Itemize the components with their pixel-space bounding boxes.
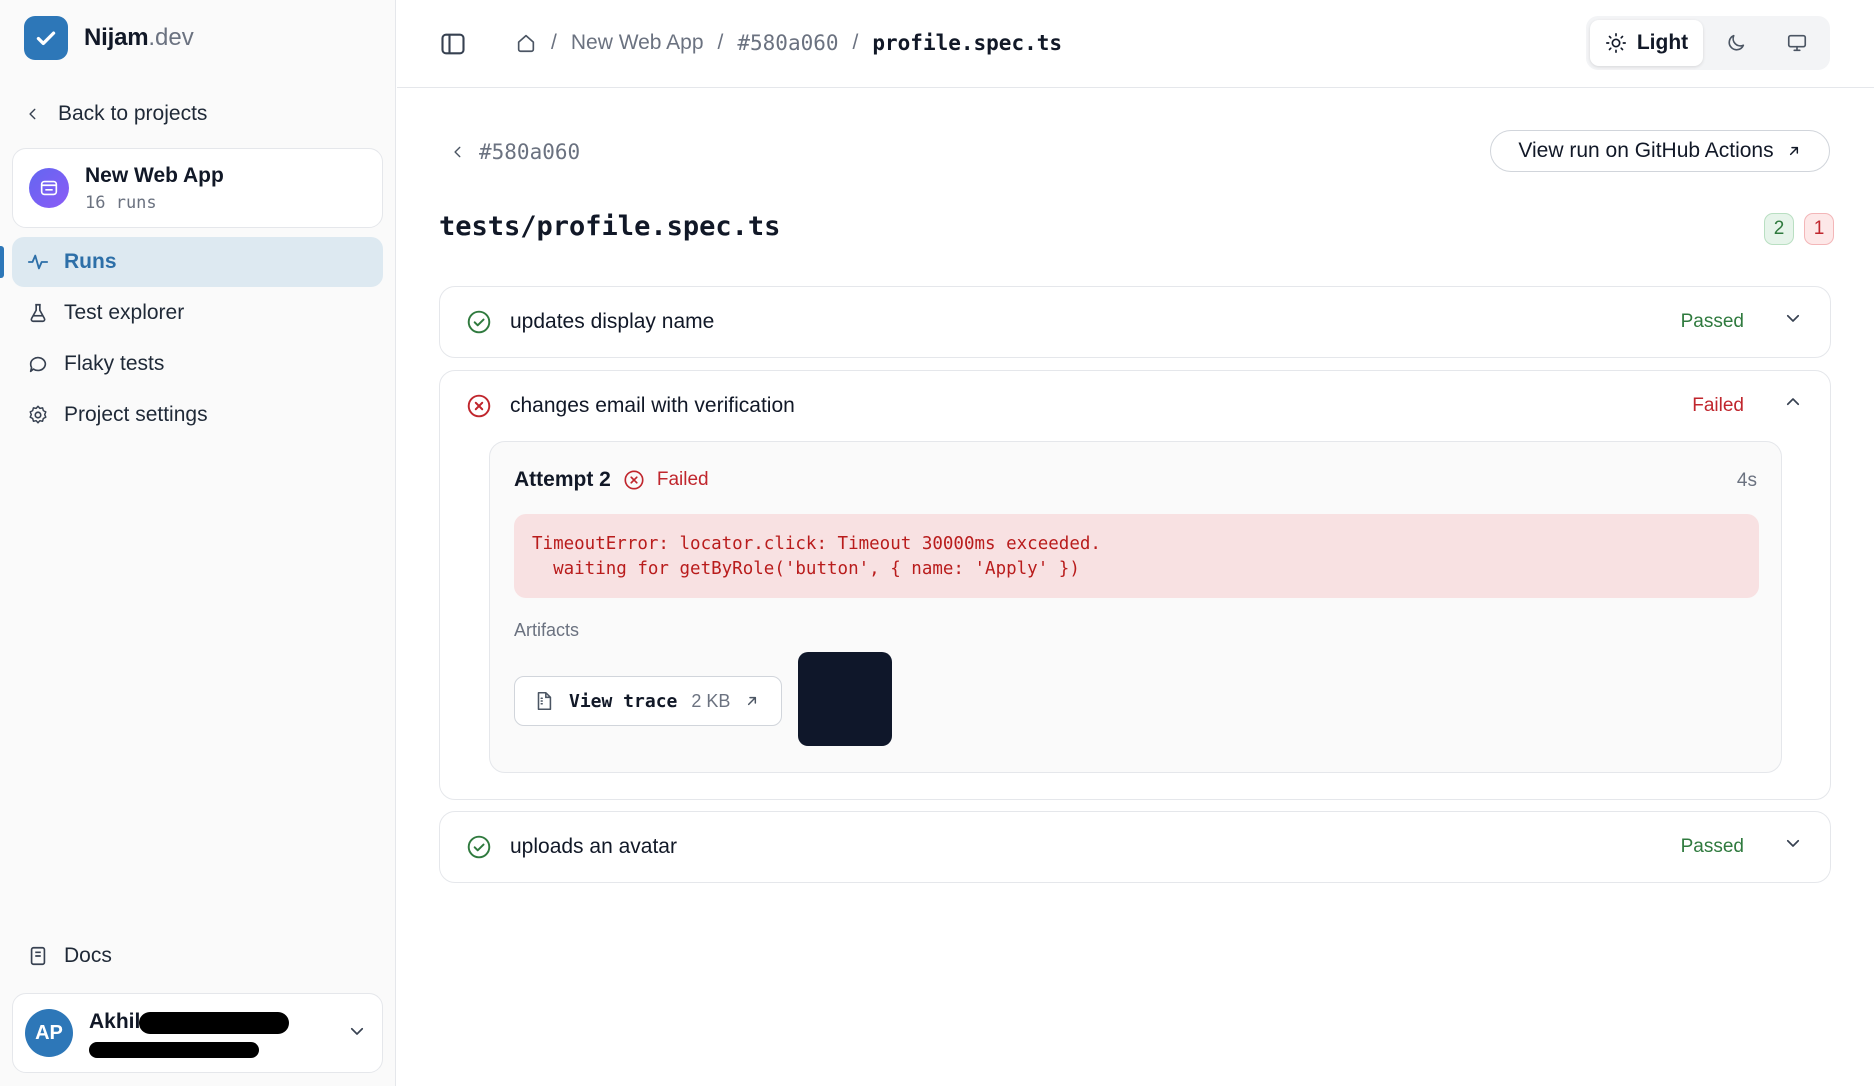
chevron-down-icon	[1786, 314, 1800, 322]
test-case-card: uploads an avatar Passed	[439, 811, 1831, 883]
monitor-icon	[1788, 34, 1807, 52]
test-status: Passed	[1680, 311, 1744, 332]
chevron-up-icon	[1786, 398, 1800, 406]
chevron-left-icon	[29, 108, 36, 120]
chat-bubble-icon	[26, 352, 50, 376]
project-name: New Web App	[85, 163, 224, 187]
back-to-run-link[interactable]: #580a060	[451, 137, 580, 167]
page-title: tests/profile.spec.ts	[439, 211, 781, 242]
user-info: Akhil	[89, 1008, 309, 1058]
redaction-mark	[139, 1012, 289, 1034]
trace-file-size: 2 KB	[691, 690, 731, 711]
attempt-duration: 4s	[1736, 470, 1757, 491]
test-case-card: updates display name Passed	[439, 286, 1831, 358]
breadcrumb-run[interactable]: #580a060	[737, 31, 838, 55]
project-run-count: 16 runs	[85, 192, 157, 213]
test-case-header[interactable]: updates display name Passed	[440, 287, 1830, 357]
test-case-card: changes email with verification Failed A…	[439, 370, 1831, 800]
view-on-github-button[interactable]: View run on GitHub Actions	[1490, 130, 1830, 172]
attempt-title: Attempt 2	[514, 468, 611, 491]
theme-switch: Light	[1586, 16, 1830, 70]
screenshot-thumbnail[interactable]	[798, 652, 892, 746]
sidebar-item-label: Flaky tests	[64, 352, 165, 375]
activity-icon	[26, 250, 50, 274]
test-case-header[interactable]: changes email with verification Failed	[440, 371, 1830, 441]
gear-icon	[26, 403, 50, 427]
passed-count-badge: 2	[1764, 213, 1794, 245]
sidebar-nav: Runs Test explorer Flaky tests Project s…	[12, 237, 383, 441]
chevron-left-icon	[454, 146, 461, 158]
sidebar-toggle-icon[interactable]	[439, 30, 467, 58]
home-icon[interactable]	[515, 32, 537, 54]
artifacts-label: Artifacts	[514, 620, 580, 640]
sidebar-item-label: Runs	[64, 250, 117, 273]
project-avatar-icon	[29, 168, 69, 208]
top-header: / New Web App / #580a060 / profile.spec.…	[397, 0, 1874, 88]
user-avatar: AP	[25, 1009, 73, 1057]
test-status: Passed	[1680, 836, 1744, 857]
back-to-projects-label: Back to projects	[58, 102, 208, 125]
user-menu[interactable]: AP Akhil	[12, 993, 383, 1073]
sidebar-item-test-explorer[interactable]: Test explorer	[12, 288, 383, 338]
theme-system-button[interactable]	[1769, 20, 1827, 66]
x-circle-icon	[467, 394, 491, 418]
breadcrumb-project[interactable]: New Web App	[571, 31, 704, 55]
back-to-projects-link[interactable]: Back to projects	[26, 98, 207, 130]
redaction-mark	[89, 1042, 259, 1058]
test-case-name: changes email with verification	[510, 394, 795, 417]
sun-icon	[1605, 33, 1626, 53]
sidebar-item-label: Project settings	[64, 403, 208, 426]
sidebar-item-runs[interactable]: Runs	[12, 237, 383, 287]
check-circle-icon	[467, 310, 491, 334]
breadcrumb-separator: /	[551, 31, 557, 54]
breadcrumb: / New Web App / #580a060 / profile.spec.…	[515, 26, 1062, 60]
brand-name: Nijam	[84, 24, 149, 51]
view-trace-button[interactable]: View trace 2 KB	[514, 676, 782, 726]
result-counts: 2 1	[1764, 213, 1834, 245]
book-icon	[26, 944, 50, 968]
back-to-run-label: #580a060	[479, 140, 581, 164]
theme-light-button[interactable]: Light	[1590, 20, 1704, 66]
error-message: TimeoutError: locator.click: Timeout 300…	[514, 514, 1759, 598]
docs-label: Docs	[64, 944, 112, 967]
moon-icon	[1728, 34, 1744, 51]
sidebar: Nijam.dev Back to projects New Web App 1…	[0, 0, 396, 1086]
test-case-header[interactable]: uploads an avatar Passed	[440, 812, 1830, 882]
test-case-name: updates display name	[510, 310, 715, 333]
test-case-name: uploads an avatar	[510, 835, 677, 858]
test-status: Failed	[1692, 395, 1744, 416]
project-switcher[interactable]: New Web App 16 runs	[12, 148, 383, 228]
attempt-status: Failed	[656, 469, 709, 490]
breadcrumb-separator: /	[852, 31, 859, 54]
check-logo-icon	[24, 16, 68, 60]
sidebar-item-flaky-tests[interactable]: Flaky tests	[12, 339, 383, 389]
external-link-icon	[748, 696, 757, 706]
docs-link[interactable]: Docs	[26, 940, 112, 972]
brand-text: Nijam.dev	[84, 24, 194, 52]
view-trace-label: View trace	[569, 690, 678, 712]
file-archive-icon	[537, 691, 552, 711]
chevron-down-icon	[350, 1027, 364, 1035]
chevron-down-icon	[1786, 839, 1800, 847]
active-indicator	[0, 246, 4, 278]
view-on-github-label: View run on GitHub Actions	[1518, 139, 1774, 162]
attempt-panel: Attempt 2 Failed 4s TimeoutError: locato…	[489, 441, 1782, 773]
brand[interactable]: Nijam.dev	[24, 16, 194, 60]
flask-icon	[26, 301, 50, 325]
check-circle-icon	[467, 835, 491, 859]
brand-tld: .dev	[148, 24, 194, 51]
breadcrumb-current-file: profile.spec.ts	[872, 31, 1063, 55]
x-circle-icon	[624, 470, 644, 490]
external-link-icon	[1789, 146, 1798, 156]
failed-count-badge: 1	[1804, 213, 1834, 245]
breadcrumb-separator: /	[717, 31, 724, 54]
sidebar-item-label: Test explorer	[64, 301, 185, 324]
theme-light-label: Light	[1636, 31, 1689, 54]
sidebar-item-project-settings[interactable]: Project settings	[12, 390, 383, 440]
theme-dark-button[interactable]	[1707, 20, 1765, 66]
attempt-header: Attempt 2 Failed	[514, 468, 709, 492]
user-name: Akhil	[89, 1010, 141, 1033]
